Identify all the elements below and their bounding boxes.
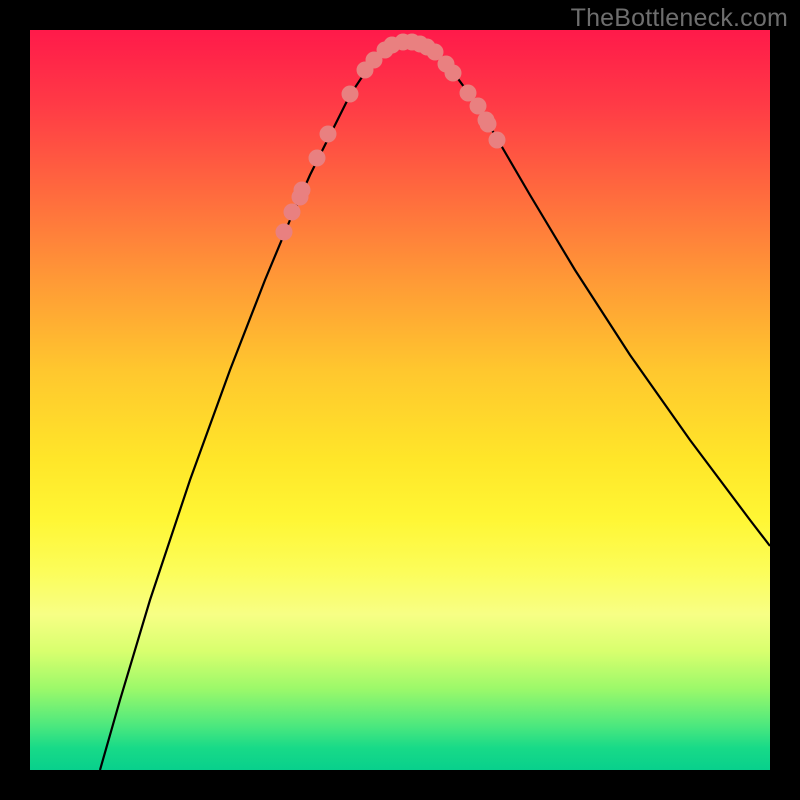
highlight-dot xyxy=(480,116,497,133)
highlight-dot xyxy=(342,86,359,103)
plot-area xyxy=(30,30,770,770)
bottleneck-curve xyxy=(100,42,770,770)
chart-svg xyxy=(30,30,770,770)
highlight-dot xyxy=(320,126,337,143)
highlight-dot xyxy=(284,204,301,221)
highlight-dot xyxy=(276,224,293,241)
highlight-dots-group xyxy=(276,34,506,241)
highlight-dot xyxy=(489,132,506,149)
highlight-dot xyxy=(309,150,326,167)
watermark-text: TheBottleneck.com xyxy=(571,4,788,33)
highlight-dot xyxy=(445,65,462,82)
highlight-dot xyxy=(294,182,311,199)
outer-frame: TheBottleneck.com xyxy=(0,0,800,800)
